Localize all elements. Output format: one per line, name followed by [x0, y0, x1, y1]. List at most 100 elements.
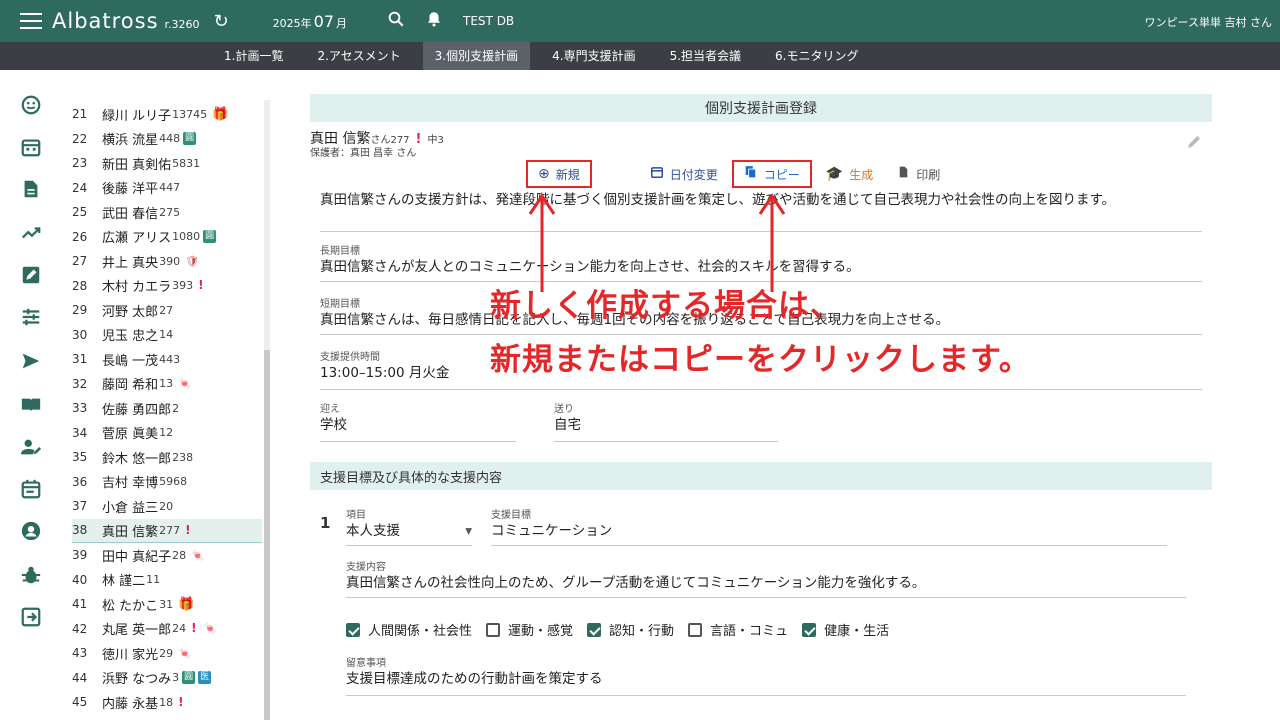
client-list-item[interactable]: 44 浜野 なつみ 3 圓医: [72, 666, 262, 690]
client-list-item[interactable]: 21 緑川 ルリ子 13745 🎁: [72, 102, 262, 126]
tab-assessment[interactable]: 2.アセスメント: [305, 42, 412, 70]
client-list-item[interactable]: 34 菅原 眞美 12: [72, 421, 262, 445]
guardian-label: 保護者：真田 昌幸 さん: [310, 148, 417, 159]
client-number: 45: [72, 695, 88, 709]
item-select[interactable]: 項目 本人支援 ▾: [346, 506, 472, 546]
document-icon[interactable]: [20, 178, 42, 200]
client-list-item[interactable]: 39 田中 真紀子 28 🍬: [72, 543, 262, 567]
client-number: 41: [72, 597, 88, 611]
client-list-scrollbar[interactable]: [264, 100, 270, 720]
client-list-item[interactable]: 35 鈴木 悠一郎 238: [72, 445, 262, 469]
refresh-icon[interactable]: ↻: [214, 11, 229, 32]
scrollbar-thumb[interactable]: [264, 350, 270, 720]
client-list-item[interactable]: 30 児玉 忠之 14: [72, 323, 262, 347]
account-icon[interactable]: [20, 520, 42, 542]
check-language[interactable]: 言語・コミュ: [688, 620, 788, 639]
month-selector[interactable]: 2025年 07 月: [273, 12, 347, 31]
checkbox-unchecked[interactable]: [688, 622, 703, 637]
tab-individual-plan[interactable]: 3.個別支援計画: [422, 42, 531, 70]
notes-field[interactable]: 留意事項 支援目標達成のための行動計画を策定する: [346, 654, 1186, 696]
send-icon[interactable]: [20, 350, 42, 372]
client-id: 18: [159, 695, 174, 709]
trend-icon[interactable]: [20, 222, 42, 244]
client-number: 39: [72, 548, 88, 562]
client-list-item[interactable]: 32 藤岡 希和 13 🍬: [72, 372, 262, 396]
tab-monitoring[interactable]: 6.モニタリング: [763, 42, 870, 70]
client-list-item[interactable]: 36 吉村 幸博 5968: [72, 470, 262, 494]
tab-specialist-plan[interactable]: 4.専門支援計画: [540, 42, 647, 70]
client-list-item[interactable]: 31 長嶋 一茂 443: [72, 347, 262, 371]
checkbox-unchecked[interactable]: [486, 622, 501, 637]
step-tabs: 1.計画一覧 2.アセスメント 3.個別支援計画 4.専門支援計画 5.担当者会…: [0, 42, 1280, 70]
client-id: 277: [159, 523, 181, 537]
check-cognition[interactable]: 認知・行動: [587, 620, 674, 639]
checkbox-checked[interactable]: [587, 622, 602, 637]
bug-icon[interactable]: [20, 564, 42, 586]
pencil-icon[interactable]: [1186, 134, 1202, 154]
check-human-relations[interactable]: 人間関係・社会性: [346, 620, 472, 639]
tab-staff-meeting[interactable]: 5.担当者会議: [658, 42, 753, 70]
client-list-item[interactable]: 26 広瀬 アリス 1080 圓: [72, 225, 262, 249]
client-list-item[interactable]: 28 木村 カエラ 393!: [72, 274, 262, 298]
client-list-item[interactable]: 41 松 たかこ 31 🎁: [72, 592, 262, 616]
search-icon[interactable]: [387, 10, 405, 32]
edit-icon[interactable]: [20, 264, 42, 286]
client-name: 広瀬 アリス: [102, 231, 172, 246]
checkbox-checked[interactable]: [346, 622, 360, 637]
dropoff-field[interactable]: 送り 自宅: [554, 400, 778, 442]
user-name[interactable]: ワンピース単単 吉村 さん: [1145, 14, 1272, 30]
client-list-item[interactable]: 37 小倉 益三 20: [72, 494, 262, 518]
target-field[interactable]: 支援目標 コミュニケーション: [491, 506, 1167, 546]
client-list-item[interactable]: 29 河野 太郎 27: [72, 298, 262, 322]
client-name: 井上 真央: [102, 255, 159, 271]
client-id: 13745: [172, 107, 208, 121]
client-name: 新田 真剣佑: [102, 157, 172, 173]
bell-icon[interactable]: [425, 10, 443, 32]
pickup-field[interactable]: 迎え 学校: [320, 400, 516, 442]
book-icon[interactable]: [20, 394, 42, 416]
client-list-item[interactable]: 24 後藤 洋平 447: [72, 176, 262, 200]
logout-icon[interactable]: [20, 606, 42, 628]
app-name: Albatross: [52, 9, 159, 33]
client-name: 木村 カエラ: [102, 280, 172, 295]
client-list-item[interactable]: 27 井上 真央 390 🛡: [72, 249, 262, 273]
calendar-icon[interactable]: [20, 136, 42, 158]
client-list-item[interactable]: 33 佐藤 勇四郎 2: [72, 396, 262, 420]
client-number: 23: [72, 156, 88, 170]
person-grade: 中3: [427, 135, 444, 146]
client-id: 2: [172, 401, 180, 415]
user-edit-icon[interactable]: [20, 436, 42, 458]
generate-button[interactable]: 🎓 生成: [816, 160, 883, 188]
content-field[interactable]: 支援内容 真田信繁さんの社会性向上のため、グループ活動を通じてコミュニケーション…: [346, 558, 1186, 598]
smile-icon[interactable]: [20, 94, 42, 116]
client-id: 5831: [172, 156, 201, 170]
client-list-item[interactable]: 43 徳川 家光 29 🍬: [72, 641, 262, 665]
client-list-item[interactable]: 45 内藤 永基 18!: [72, 690, 262, 714]
client-id: 393: [172, 279, 194, 292]
client-list-item[interactable]: 23 新田 真剣佑 5831: [72, 151, 262, 175]
notes-value: 支援目標達成のための行動計画を策定する: [346, 671, 603, 687]
generate-label: 生成: [849, 167, 874, 182]
client-name: 横浜 流星: [102, 133, 159, 148]
pickup-label: 迎え: [320, 404, 340, 415]
client-number: 28: [72, 278, 88, 293]
client-id: 20: [159, 499, 174, 513]
check-motor-sense[interactable]: 運動・感覚: [486, 620, 573, 639]
event-icon[interactable]: [20, 478, 42, 500]
client-name: 河野 太郎: [102, 304, 159, 320]
tune-icon[interactable]: [20, 306, 42, 328]
client-list-item[interactable]: 42 丸尾 英一郎 24! 🍬: [72, 617, 262, 641]
client-id: 11: [146, 573, 161, 586]
client-name: 藤岡 希和: [102, 378, 159, 393]
check-health[interactable]: 健康・生活: [802, 620, 889, 639]
tab-plan-list[interactable]: 1.計画一覧: [212, 42, 295, 70]
client-list-item[interactable]: 40 林 謹二 11: [72, 568, 262, 592]
client-list-item[interactable]: 38 真田 信繁 277!: [72, 518, 262, 543]
graduation-cap-icon: 🎓: [825, 166, 844, 182]
client-name: 小倉 益三: [102, 500, 159, 516]
client-list-item[interactable]: 25 武田 春信 275: [72, 200, 262, 224]
checkbox-checked[interactable]: [802, 622, 817, 637]
hamburger-menu-icon[interactable]: [20, 13, 42, 29]
client-list-item[interactable]: 22 横浜 流星 448 圓: [72, 127, 262, 151]
print-button[interactable]: 印刷: [887, 160, 950, 188]
